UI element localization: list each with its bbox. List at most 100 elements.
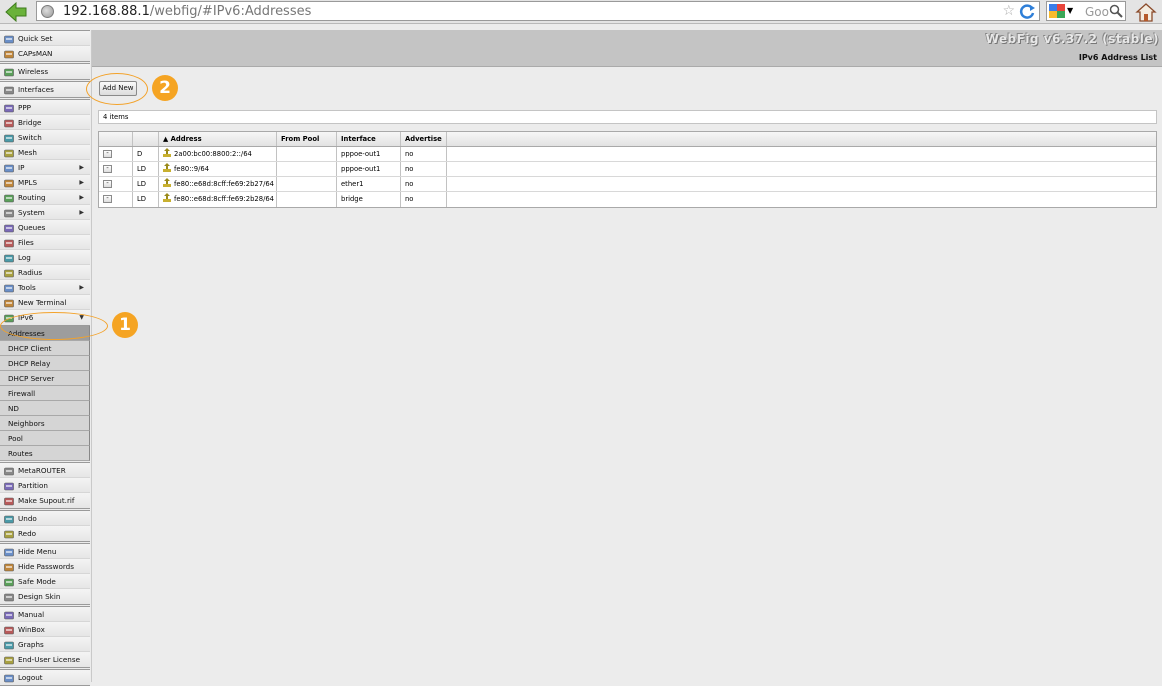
chevron-right-icon: ▶ (79, 284, 84, 291)
sidebar-item-label: Queues (18, 223, 46, 232)
remove-button[interactable]: - (103, 150, 112, 158)
sidebar-item-mesh[interactable]: Mesh (0, 145, 90, 160)
address-cell[interactable]: fe80::9/64 (159, 162, 277, 176)
safe-mode-icon (4, 577, 14, 587)
advertise-cell: no (401, 192, 447, 207)
page-header: WebFig v6.37.2 (stable) IPv6 Address Lis… (92, 30, 1162, 67)
address-cell[interactable]: fe80::e68d:8cff:fe69:2b27/64 (159, 177, 277, 191)
back-arrow-icon[interactable] (4, 1, 28, 23)
column-header[interactable]: From Pool (277, 132, 337, 146)
column-header[interactable]: Advertise (401, 132, 447, 146)
sidebar-item-graphs[interactable]: Graphs (0, 637, 90, 652)
sidebar-item-logout[interactable]: Logout (0, 670, 90, 685)
flags-cell: D (133, 147, 159, 161)
sidebar-item-files[interactable]: Files (0, 235, 90, 250)
from-pool-cell (277, 147, 337, 161)
sidebar-item-metarouter[interactable]: MetaROUTER (0, 463, 90, 478)
table-row[interactable]: - LD fe80::e68d:8cff:fe69:2b27/64 ether1 no (99, 177, 1156, 192)
column-header[interactable] (133, 132, 159, 146)
sidebar-item-redo[interactable]: Redo (0, 526, 90, 541)
sidebar-item-wireless[interactable]: Wireless (0, 64, 90, 79)
address-cell[interactable]: 2a00:bc00:8800:2::/64 (159, 147, 277, 161)
sidebar-item-label: Hide Menu (18, 547, 57, 556)
sidebar-item-interfaces[interactable]: Interfaces (0, 82, 90, 97)
sidebar-item-new-terminal[interactable]: New Terminal (0, 295, 90, 310)
ppp-icon (4, 103, 14, 113)
page-title: IPv6 Address List (1078, 53, 1157, 62)
sidebar-item-capsman[interactable]: CAPsMAN (0, 46, 90, 61)
search-input[interactable]: Goo (1085, 5, 1109, 19)
sidebar-item-queues[interactable]: Queues (0, 220, 90, 235)
advertise-cell: no (401, 147, 447, 161)
sidebar-item-partition[interactable]: Partition (0, 478, 90, 493)
sidebar-item-log[interactable]: Log (0, 250, 90, 265)
reload-icon[interactable] (1018, 3, 1036, 20)
sidebar-item-hide-passwords[interactable]: Hide Passwords (0, 559, 90, 574)
table-row[interactable]: - LD fe80::9/64 pppoe-out1 no (99, 162, 1156, 177)
terminal-icon (4, 298, 14, 308)
column-header[interactable]: ▲ Address (159, 132, 277, 146)
redo-icon (4, 529, 14, 539)
system-icon (4, 208, 14, 218)
row-actions-cell: - (99, 192, 133, 207)
submenu-item-neighbors[interactable]: Neighbors (0, 416, 90, 431)
annotation-circle-add (86, 73, 148, 105)
column-header (99, 132, 133, 146)
sidebar-item-switch[interactable]: Switch (0, 130, 90, 145)
from-pool-cell (277, 162, 337, 176)
sidebar-item-hide-menu[interactable]: Hide Menu (0, 544, 90, 559)
sidebar-item-bridge[interactable]: Bridge (0, 115, 90, 130)
column-header[interactable]: Interface (337, 132, 401, 146)
address-icon (163, 193, 171, 202)
table-row[interactable]: - LD fe80::e68d:8cff:fe69:2b28/64 bridge no (99, 192, 1156, 207)
table-row[interactable]: - D 2a00:bc00:8800:2::/64 pppoe-out1 no (99, 147, 1156, 162)
google-icon[interactable] (1049, 4, 1065, 18)
filler-cell (447, 147, 1156, 161)
routing-icon (4, 193, 14, 203)
sidebar-item-design-skin[interactable]: Design Skin (0, 589, 90, 604)
bookmark-star-icon[interactable]: ☆ (1002, 3, 1015, 19)
sidebar-item-safe-mode[interactable]: Safe Mode (0, 574, 90, 589)
sidebar-item-mpls[interactable]: MPLS ▶ (0, 175, 90, 190)
submenu-item-nd[interactable]: ND (0, 401, 90, 416)
chevron-down-icon[interactable]: ▼ (1067, 6, 1073, 15)
home-icon[interactable] (1134, 1, 1158, 23)
design-skin-icon (4, 592, 14, 602)
sidebar-item-system[interactable]: System ▶ (0, 205, 90, 220)
submenu-item-pool[interactable]: Pool (0, 431, 90, 446)
address-bar[interactable]: 192.168.88.1/webfig/#IPv6:Addresses ☆ (36, 1, 1040, 21)
files-icon (4, 238, 14, 248)
sidebar-item-ip[interactable]: IP ▶ (0, 160, 90, 175)
sidebar-item-manual[interactable]: Manual (0, 607, 90, 622)
submenu-item-dhcp-relay[interactable]: DHCP Relay (0, 356, 90, 371)
sidebar-item-tools[interactable]: Tools ▶ (0, 280, 90, 295)
flags-cell: LD (133, 192, 159, 207)
sidebar-item-winbox[interactable]: WinBox (0, 622, 90, 637)
sidebar-item-radius[interactable]: Radius (0, 265, 90, 280)
chevron-right-icon: ▶ (79, 194, 84, 201)
remove-button[interactable]: - (103, 165, 112, 173)
sidebar-item-routing[interactable]: Routing ▶ (0, 190, 90, 205)
sidebar-item-label: End-User License (18, 655, 81, 664)
search-box[interactable]: ▼ Goo (1046, 1, 1126, 21)
hide-menu-icon (4, 547, 14, 557)
remove-button[interactable]: - (103, 180, 112, 188)
item-count: 4 items (98, 110, 1157, 124)
search-icon[interactable] (1109, 4, 1123, 18)
interface-cell: pppoe-out1 (337, 162, 401, 176)
submenu-item-routes[interactable]: Routes (0, 446, 90, 461)
sidebar-item-undo[interactable]: Undo (0, 511, 90, 526)
remove-button[interactable]: - (103, 195, 112, 203)
sidebar-item-quick-set[interactable]: Quick Set (0, 31, 90, 46)
sidebar-item-ppp[interactable]: PPP (0, 100, 90, 115)
sidebar-item-make-supout-rif[interactable]: Make Supout.rif (0, 493, 90, 508)
mpls-icon (4, 178, 14, 188)
sidebar-item-end-user-license[interactable]: End-User License (0, 652, 90, 667)
submenu-item-dhcp-client[interactable]: DHCP Client (0, 341, 90, 356)
address-table: ▲ Address From Pool Interface Advertise - D 2… (98, 131, 1157, 208)
submenu-item-firewall[interactable]: Firewall (0, 386, 90, 401)
submenu-item-dhcp-server[interactable]: DHCP Server (0, 371, 90, 386)
address-text: fe80::e68d:8cff:fe69:2b27/64 (174, 180, 275, 188)
filler-cell (447, 177, 1156, 191)
address-cell[interactable]: fe80::e68d:8cff:fe69:2b28/64 (159, 192, 277, 207)
